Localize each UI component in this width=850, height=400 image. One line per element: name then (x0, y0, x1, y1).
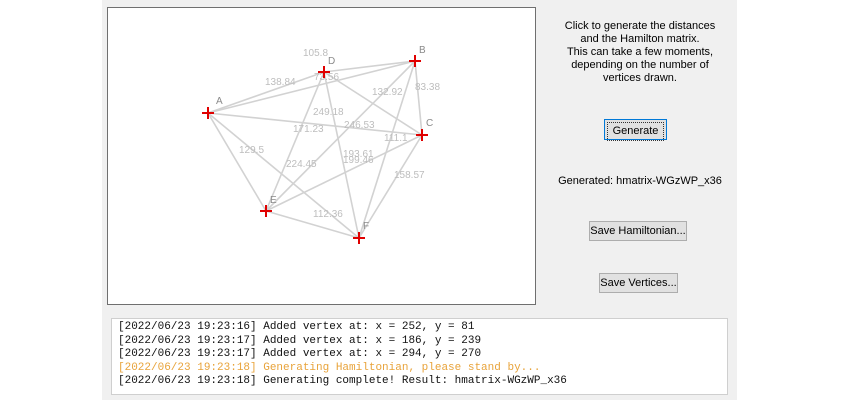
edge-distance-label: 158.57 (394, 170, 425, 181)
generate-button[interactable]: Generate (604, 119, 667, 141)
edge-distance-label: 246.53 (344, 120, 375, 131)
save-hamiltonian-button[interactable]: Save Hamiltonian... (589, 221, 687, 241)
edge-distance-label: 171.23 (293, 124, 324, 135)
instructions-line: This can take a few moments, (566, 46, 714, 58)
edge-distance-label: 199.46 (343, 155, 374, 166)
vertex-label: F (363, 221, 369, 232)
graph-edge (207, 112, 267, 212)
instructions-line: depending on the number of (571, 59, 709, 71)
edge-distance-label: 132.92 (372, 87, 403, 98)
instructions-line: Click to generate the distances (564, 20, 716, 32)
log-line: [2022/06/23 19:23:16] Added vertex at: x… (118, 321, 475, 333)
edge-distance-label: 112.36 (313, 209, 343, 220)
vertex-marker[interactable] (416, 129, 428, 141)
vertex-label: E (270, 195, 277, 206)
log-output[interactable]: [2022/06/23 19:23:16] Added vertex at: x… (111, 318, 728, 395)
log-line: [2022/06/23 19:23:18] Generating Hamilto… (118, 361, 541, 374)
generated-result-label: Generated: hmatrix-WGzWP_x36 (558, 175, 722, 187)
vertex-label: B (419, 45, 426, 56)
application-window: 105.8 138.84 83.38 132.92 249.18 171.23 246.53… (102, 0, 737, 400)
log-line: [2022/06/23 19:23:17] Added vertex at: x… (118, 334, 482, 347)
vertex-label: D (328, 56, 335, 67)
instructions-text: Click to generate the distances and the … (550, 20, 730, 85)
graph-edge (414, 60, 423, 136)
edge-distance-label: 83.38 (415, 82, 440, 93)
log-line: [2022/06/23 19:23:17] Added vertex at: x… (118, 348, 482, 360)
edge-distance-label: 73.56 (314, 72, 339, 83)
log-line: [2022/06/23 19:23:18] Generating complet… (118, 375, 567, 387)
edge-distance-label: 138.84 (265, 77, 296, 88)
vertex-label: A (216, 96, 223, 107)
generate-button-label: Generate (607, 122, 664, 141)
graph-svg: 105.8 138.84 83.38 132.92 249.18 171.23 246.53… (202, 45, 440, 244)
graph-edge (265, 71, 325, 212)
edge-distance-label: 249.18 (313, 107, 344, 118)
save-vertices-button[interactable]: Save Vertices... (599, 273, 678, 293)
edge-distance-label: 224.45 (286, 159, 317, 170)
instructions-line: vertices drawn. (603, 72, 677, 84)
instructions-line: and the Hamilton matrix. (580, 33, 700, 45)
edge-distance-label: 111.1 (384, 133, 408, 144)
edge-distance-label: 129.5 (239, 145, 264, 156)
edge-distance-label: 105.8 (303, 48, 328, 59)
vertex-label: C (426, 118, 433, 129)
graph-edge (323, 60, 416, 73)
drawing-canvas[interactable]: 105.8 138.84 83.38 132.92 249.18 171.23 246.53… (107, 7, 536, 305)
